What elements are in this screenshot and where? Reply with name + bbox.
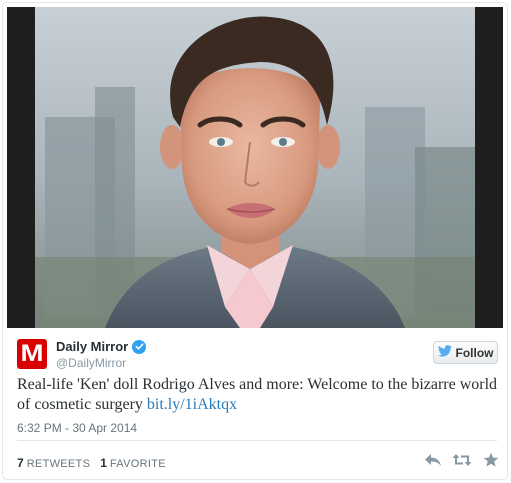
daily-mirror-logo[interactable]: M bbox=[17, 339, 47, 369]
tweet-timestamp[interactable]: 6:32 PM - 30 Apr 2014 bbox=[17, 421, 137, 435]
follow-button[interactable]: Follow bbox=[433, 341, 498, 364]
retweets-label: RETWEETS bbox=[26, 458, 91, 470]
divider bbox=[17, 440, 497, 441]
tweet-body: Real-life 'Ken' doll Rodrigo Alves and m… bbox=[17, 376, 498, 413]
favorites-label: FAVORITE bbox=[109, 458, 166, 470]
author-name[interactable]: Daily Mirror bbox=[56, 339, 128, 354]
retweets-stat[interactable]: 7 RETWEETS bbox=[17, 456, 90, 470]
tweet-actions bbox=[423, 450, 501, 470]
follow-button-label: Follow bbox=[455, 345, 494, 360]
star-icon[interactable] bbox=[481, 450, 501, 470]
retweets-count: 7 bbox=[17, 456, 24, 470]
tweet-photo[interactable] bbox=[7, 7, 503, 328]
tweet-card: M Daily Mirror @DailyMirror Follow Real-… bbox=[2, 2, 508, 480]
tweet-link[interactable]: bit.ly/1iAktqx bbox=[147, 396, 237, 413]
tweet-stats: 7 RETWEETS 1 FAVORITE bbox=[17, 456, 166, 470]
retweet-icon[interactable] bbox=[452, 450, 472, 470]
favorites-stat[interactable]: 1 FAVORITE bbox=[100, 456, 166, 470]
reply-icon[interactable] bbox=[423, 450, 443, 470]
author-name-row: Daily Mirror bbox=[56, 339, 147, 354]
portrait-image bbox=[35, 7, 475, 328]
favorites-count: 1 bbox=[100, 456, 107, 470]
twitter-bird-icon bbox=[437, 345, 452, 360]
verified-badge-icon bbox=[132, 339, 147, 354]
tweet-text: Real-life 'Ken' doll Rodrigo Alves and m… bbox=[17, 375, 502, 415]
logo-letter: M bbox=[20, 340, 44, 367]
author-handle[interactable]: @DailyMirror bbox=[56, 356, 126, 370]
